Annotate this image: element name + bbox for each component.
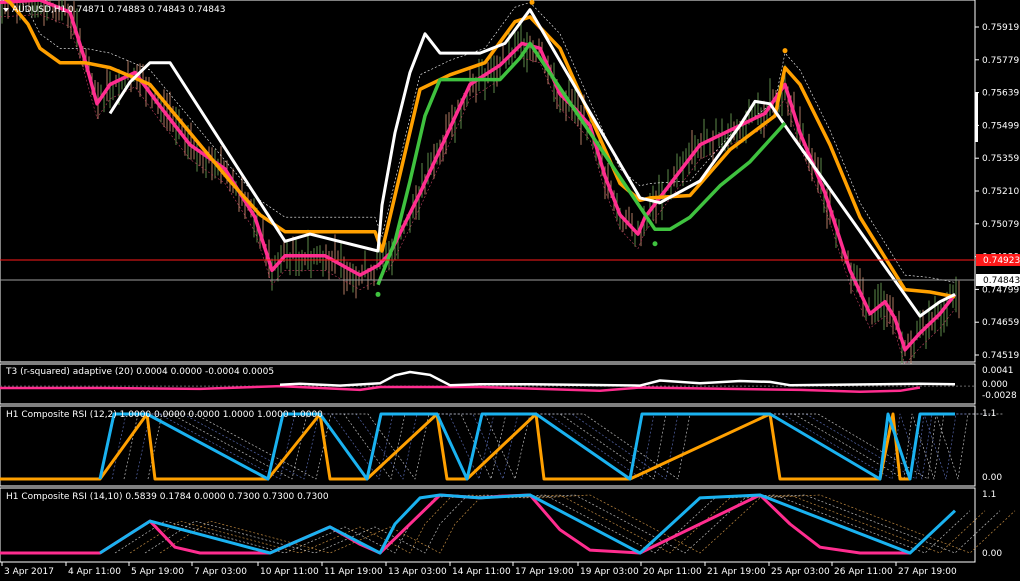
time-tick-label: 14 Apr 11:00 <box>452 567 511 577</box>
t3-tick-label: 0.0041 <box>982 366 1014 376</box>
ohlc-values: 0.74871 0.74883 0.74843 0.74843 <box>68 5 225 15</box>
composite-rsi-14-panel[interactable]: H1 Composite RSI (14,10) 0.5839 0.1784 0… <box>0 487 1016 563</box>
time-tick-label: 13 Apr 03:00 <box>388 567 447 577</box>
t3-tick-label: 0.000 <box>982 380 1008 390</box>
rsi1-tick-label: 0.00 <box>982 473 1002 483</box>
price-tick-label: 0.74659 <box>982 318 1019 328</box>
time-tick-label: 19 Apr 03:00 <box>580 567 639 577</box>
price-tick-label: 0.75210 <box>982 187 1019 197</box>
time-tick-label: 5 Apr 19:00 <box>131 567 184 577</box>
scroll-marker[interactable] <box>975 92 978 142</box>
price-tick-label: 0.75779 <box>982 56 1019 66</box>
signal-dot <box>529 0 535 5</box>
time-tick-label: 20 Apr 11:00 <box>643 567 702 577</box>
time-tick-label: 26 Apr 11:00 <box>834 567 893 577</box>
symbol-label: AUDUSD,H1 <box>12 5 66 15</box>
price-tick-label: 0.75499 <box>982 121 1019 131</box>
time-tick-label: 27 Apr 19:00 <box>898 567 957 577</box>
t3-title: T3 (r-squared) adaptive (20) 0.0004 0.00… <box>5 367 274 377</box>
time-tick-label: 7 Apr 03:00 <box>194 567 247 577</box>
rsi2-tick-label: 0.00 <box>982 549 1002 559</box>
price-tick-label: 0.75359 <box>982 154 1019 164</box>
time-tick-label: 11 Apr 19:00 <box>324 567 383 577</box>
time-tick-label: 17 Apr 19:00 <box>515 567 574 577</box>
rsi2-tick-label: 1.1 <box>982 490 996 500</box>
rsi2-title: H1 Composite RSI (14,10) 0.5839 0.1784 0… <box>6 492 329 502</box>
time-tick-label: 4 Apr 11:00 <box>68 567 121 577</box>
rsi1-tick-label: 1.1 <box>982 409 996 419</box>
price-tick-label: 0.75639 <box>982 89 1019 99</box>
composite-rsi-12-panel[interactable]: H1 Composite RSI (12,2) 1.0000 0.0000 0.… <box>0 405 1003 487</box>
time-tick-label: 25 Apr 03:00 <box>771 567 830 577</box>
time-tick-label: 10 Apr 11:00 <box>260 567 319 577</box>
price-tick-label: 0.75919 <box>982 23 1019 33</box>
signal-dot <box>652 241 658 247</box>
svg-text:0.74923: 0.74923 <box>983 256 1020 266</box>
price-tick-label: 0.74799 <box>982 285 1019 295</box>
chart-window[interactable]: AUDUSD,H1 0.74871 0.74883 0.74843 0.7484… <box>0 0 1020 581</box>
price-label-current: 0.74843 <box>976 274 1020 286</box>
price-label-red: 0.74923 <box>976 254 1020 266</box>
svg-text:0.74843: 0.74843 <box>983 276 1020 286</box>
price-tick-label: 0.75079 <box>982 220 1019 230</box>
t3-tick-label: -0.0028 <box>982 391 1017 401</box>
t3-indicator-panel[interactable]: T3 (r-squared) adaptive (20) 0.0004 0.00… <box>0 363 976 405</box>
rsi1-title: H1 Composite RSI (12,2) 1.0000 0.0000 0.… <box>6 410 323 420</box>
signal-dot <box>375 291 381 297</box>
time-tick-label: 21 Apr 19:00 <box>707 567 766 577</box>
signal-dot <box>782 48 788 54</box>
main-price-panel[interactable]: AUDUSD,H1 0.74871 0.74883 0.74843 0.7484… <box>0 0 976 370</box>
main-header: AUDUSD,H1 0.74871 0.74883 0.74843 0.7484… <box>3 5 225 15</box>
time-tick-label: 3 Apr 2017 <box>4 567 54 577</box>
price-tick-label: 0.74519 <box>982 351 1019 361</box>
